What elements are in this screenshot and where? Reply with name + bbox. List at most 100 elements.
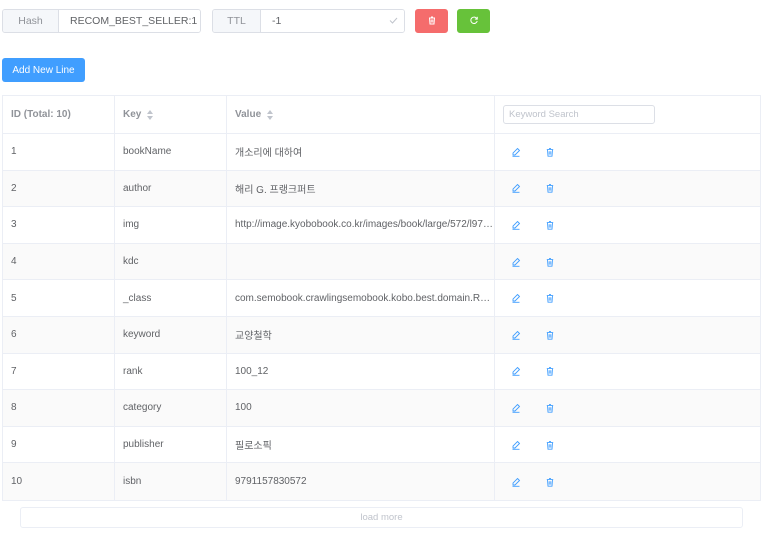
toolbar: Hash RECOM_BEST_SELLER:1 TTL -1 bbox=[2, 9, 490, 33]
keyword-search-input[interactable] bbox=[503, 105, 655, 124]
trash-icon[interactable] bbox=[544, 183, 555, 194]
header-key[interactable]: Key bbox=[115, 96, 227, 133]
cell-id: 3 bbox=[3, 207, 115, 243]
row-id: 10 bbox=[11, 476, 23, 488]
trash-icon bbox=[427, 15, 437, 28]
hash-select[interactable]: RECOM_BEST_SELLER:1 bbox=[59, 10, 200, 32]
header-id-label: ID (Total: 10) bbox=[11, 109, 71, 120]
row-value: com.semobook.crawlingsemobook.kobo.best.… bbox=[235, 292, 493, 304]
row-key: keyword bbox=[123, 329, 161, 341]
table-row: 5 _class com.semobook.crawlingsemobook.kob… bbox=[3, 280, 760, 317]
row-value: 해리 G. 프랭크퍼트 bbox=[235, 184, 316, 196]
row-key: _class bbox=[123, 292, 152, 304]
hash-table: ID (Total: 10) Key Value 1 bookName 개소리에 대… bbox=[2, 95, 761, 501]
ttl-value: -1 bbox=[272, 15, 282, 27]
row-id: 6 bbox=[11, 329, 17, 341]
table-row: 3 img http://image.kyobobook.co.kr/images/… bbox=[3, 207, 760, 244]
sort-icon[interactable] bbox=[267, 109, 274, 120]
trash-icon[interactable] bbox=[544, 476, 555, 487]
table-row: 6 keyword 교양철학 bbox=[3, 316, 760, 354]
row-value: 필로소픽 bbox=[235, 441, 272, 453]
table-row: 2 author 해리 G. 프랭크퍼트 bbox=[3, 170, 760, 208]
edit-icon[interactable] bbox=[510, 329, 521, 340]
cell-id: 8 bbox=[3, 390, 115, 426]
cell-id: 6 bbox=[3, 316, 115, 353]
row-key: img bbox=[123, 219, 140, 231]
cell-id: 7 bbox=[3, 353, 115, 390]
add-new-line-button[interactable]: Add New Line bbox=[2, 58, 85, 82]
cell-operations bbox=[495, 354, 760, 390]
trash-icon[interactable] bbox=[544, 329, 555, 340]
table-row: 9 publisher 필로소픽 bbox=[3, 426, 760, 464]
refresh-button[interactable] bbox=[457, 9, 490, 33]
trash-icon[interactable] bbox=[544, 219, 555, 230]
edit-icon[interactable] bbox=[510, 366, 521, 377]
row-value: 100_12 bbox=[235, 365, 269, 377]
row-value: 교양철학 bbox=[235, 331, 272, 343]
row-key: kdc bbox=[123, 256, 139, 268]
table-row: 10 isbn 9791157830572 bbox=[3, 463, 760, 500]
table-row: 4 kdc bbox=[3, 243, 760, 281]
ttl-input[interactable]: -1 bbox=[261, 10, 404, 32]
table-row: 7 rank 100_12 bbox=[3, 353, 760, 391]
cell-operations bbox=[495, 427, 760, 463]
trash-icon[interactable] bbox=[544, 256, 555, 267]
edit-icon[interactable] bbox=[510, 146, 521, 157]
header-value[interactable]: Value bbox=[227, 96, 495, 133]
cell-id: 10 bbox=[3, 463, 115, 500]
cell-value: http://image.kyobobook.co.kr/images/book… bbox=[227, 207, 495, 243]
row-id: 5 bbox=[11, 292, 17, 304]
row-key: publisher bbox=[123, 439, 164, 451]
cell-value: 100 bbox=[227, 390, 495, 426]
cell-operations bbox=[495, 390, 760, 426]
cell-value bbox=[227, 243, 495, 280]
row-id: 7 bbox=[11, 365, 17, 377]
row-id: 8 bbox=[11, 402, 17, 414]
row-id: 2 bbox=[11, 182, 17, 194]
edit-icon[interactable] bbox=[510, 219, 521, 230]
header-search bbox=[495, 96, 760, 133]
row-value: 9791157830572 bbox=[235, 476, 307, 488]
trash-icon[interactable] bbox=[544, 293, 555, 304]
edit-icon[interactable] bbox=[510, 256, 521, 267]
cell-operations bbox=[495, 207, 760, 243]
hash-value: RECOM_BEST_SELLER:1 bbox=[70, 15, 198, 27]
cell-key: _class bbox=[115, 280, 227, 316]
ttl-input-group: TTL -1 bbox=[212, 9, 405, 33]
edit-icon[interactable] bbox=[510, 293, 521, 304]
table-row: 1 bookName 개소리에 대하여 bbox=[3, 134, 760, 171]
row-value: 100 bbox=[235, 402, 252, 414]
trash-icon[interactable] bbox=[544, 439, 555, 450]
cell-key: bookName bbox=[115, 134, 227, 170]
row-key: author bbox=[123, 182, 152, 194]
check-icon bbox=[389, 16, 398, 26]
delete-key-button[interactable] bbox=[415, 9, 448, 33]
trash-icon[interactable] bbox=[544, 402, 555, 413]
header-key-label: Key bbox=[123, 109, 142, 120]
cell-id: 4 bbox=[3, 243, 115, 280]
cell-id: 9 bbox=[3, 426, 115, 463]
cell-value: 필로소픽 bbox=[227, 426, 495, 463]
edit-icon[interactable] bbox=[510, 402, 521, 413]
cell-value: 해리 G. 프랭크퍼트 bbox=[227, 170, 495, 207]
row-id: 1 bbox=[11, 146, 17, 158]
trash-icon[interactable] bbox=[544, 366, 555, 377]
edit-icon[interactable] bbox=[510, 439, 521, 450]
table-row: 8 category 100 bbox=[3, 390, 760, 427]
cell-operations bbox=[495, 134, 760, 170]
row-id: 4 bbox=[11, 256, 17, 268]
cell-value: 개소리에 대하여 bbox=[227, 134, 495, 170]
header-id: ID (Total: 10) bbox=[3, 96, 115, 133]
edit-icon[interactable] bbox=[510, 183, 521, 194]
trash-icon[interactable] bbox=[544, 146, 555, 157]
cell-operations bbox=[495, 463, 760, 500]
edit-icon[interactable] bbox=[510, 476, 521, 487]
cell-value: 교양철학 bbox=[227, 316, 495, 353]
cell-value: 9791157830572 bbox=[227, 463, 495, 500]
cell-id: 5 bbox=[3, 280, 115, 316]
header-value-label: Value bbox=[235, 109, 262, 120]
sort-icon[interactable] bbox=[147, 109, 154, 120]
row-key: rank bbox=[123, 365, 143, 377]
cell-value: 100_12 bbox=[227, 353, 495, 390]
load-more-button[interactable]: load more bbox=[20, 507, 743, 528]
